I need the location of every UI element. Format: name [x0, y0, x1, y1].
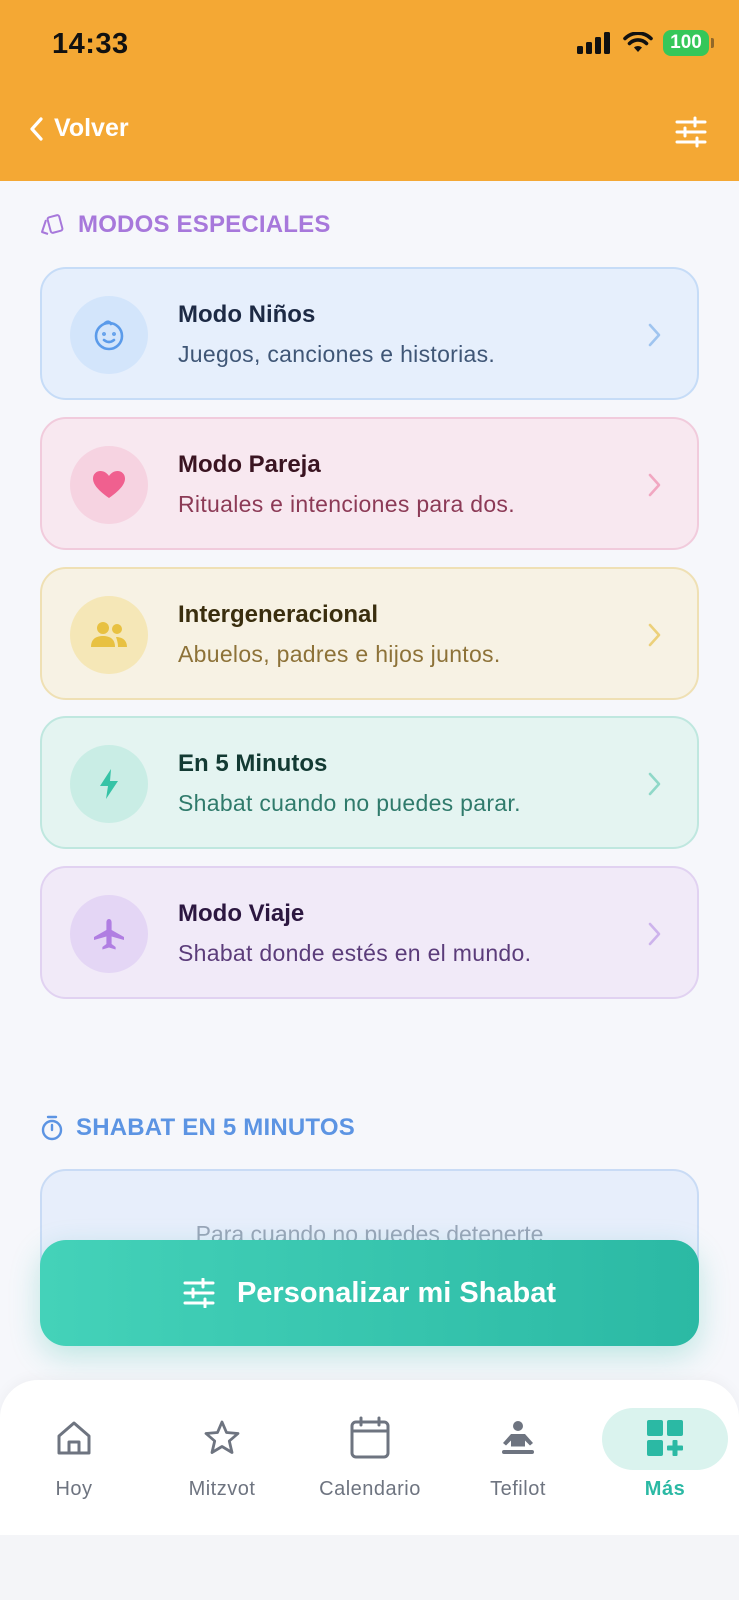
- chevron-right-icon: [648, 623, 661, 647]
- mode-title: Modo Viaje: [178, 900, 305, 927]
- mode-subtitle: Juegos, canciones e historias.: [178, 341, 496, 367]
- tab-calendario[interactable]: Calendario: [296, 1380, 444, 1535]
- cta-label: Personalizar mi Shabat: [236, 1276, 557, 1309]
- tab-label: Más: [644, 1478, 686, 1500]
- mode-card-travel[interactable]: Modo Viaje Shabat donde estés en el mund…: [40, 866, 699, 999]
- tab-mitzvot[interactable]: Mitzvot: [148, 1380, 296, 1535]
- back-label: Volver: [54, 114, 129, 142]
- stopwatch-icon: [41, 1115, 63, 1141]
- mode-icon-bg: [70, 446, 148, 524]
- section-title: MODOS ESPECIALES: [78, 211, 331, 238]
- mode-card-intergenerational[interactable]: Intergeneracional Abuelos, padres e hijo…: [40, 567, 699, 700]
- calendar-icon: [350, 1416, 390, 1459]
- mode-card-kids[interactable]: Modo Niños Juegos, canciones e historias…: [40, 267, 699, 400]
- mode-subtitle: Abuelos, padres e hijos juntos.: [178, 641, 501, 667]
- mode-subtitle: Shabat donde estés en el mundo.: [178, 940, 532, 966]
- mode-title: En 5 Minutos: [178, 750, 328, 777]
- signal-icon: [577, 32, 610, 54]
- sliders-icon: [183, 1278, 215, 1308]
- chevron-right-icon: [648, 922, 661, 946]
- mode-title: Modo Niños: [178, 301, 316, 328]
- filter-settings-icon[interactable]: [675, 116, 707, 148]
- star-icon: [204, 1420, 240, 1454]
- tab-tefilot[interactable]: Tefilot: [444, 1380, 592, 1535]
- battery-icon: 100: [663, 30, 714, 56]
- mode-subtitle: Shabat cuando no puedes parar.: [178, 790, 521, 816]
- people-icon: [91, 622, 127, 647]
- personalize-shabat-button[interactable]: Personalizar mi Shabat: [40, 1240, 699, 1346]
- heart-icon: [93, 471, 125, 498]
- section-heading-special-modes: MODOS ESPECIALES: [40, 211, 331, 239]
- baby-face-icon: [94, 320, 124, 351]
- prayer-person-icon: [502, 1421, 534, 1454]
- wifi-icon: [623, 32, 653, 52]
- mode-title: Modo Pareja: [178, 451, 321, 478]
- tab-mas[interactable]: Más: [591, 1380, 739, 1535]
- mode-icon-bg: [70, 895, 148, 973]
- section-title: SHABAT EN 5 MINUTOS: [76, 1114, 355, 1141]
- tab-label: Calendario: [319, 1478, 421, 1500]
- chevron-left-icon: [30, 116, 43, 141]
- mode-subtitle: Rituales e intenciones para dos.: [178, 491, 515, 517]
- app-header: 14:33 100 Volver: [0, 0, 739, 181]
- tab-label: Tefilot: [490, 1478, 546, 1500]
- section-heading-five-minutes: SHABAT EN 5 MINUTOS: [40, 1114, 355, 1142]
- mode-card-couple[interactable]: Modo Pareja Rituales e intenciones para …: [40, 417, 699, 550]
- grid-plus-icon: [647, 1420, 683, 1456]
- bottom-tab-bar: Hoy Mitzvot Calendario Tefilot Más: [0, 1380, 739, 1535]
- airplane-icon: [94, 919, 124, 950]
- home-icon: [57, 1421, 91, 1455]
- mode-icon-bg: [70, 745, 148, 823]
- status-time: 14:33: [52, 28, 129, 60]
- status-icons: 100: [577, 30, 714, 56]
- mode-title: Intergeneracional: [178, 601, 379, 628]
- mode-card-five-minutes[interactable]: En 5 Minutos Shabat cuando no puedes par…: [40, 716, 699, 849]
- mode-icon-bg: [70, 596, 148, 674]
- home-indicator-area: [0, 1535, 739, 1600]
- mode-icon-bg: [70, 296, 148, 374]
- back-button[interactable]: Volver: [28, 114, 129, 143]
- chevron-right-icon: [648, 772, 661, 796]
- chevron-right-icon: [648, 323, 661, 347]
- tab-label: Hoy: [55, 1478, 93, 1500]
- chevron-right-icon: [648, 473, 661, 497]
- tab-label: Mitzvot: [188, 1478, 256, 1500]
- lightning-icon: [100, 769, 118, 799]
- cards-icon: [41, 214, 64, 235]
- tab-hoy[interactable]: Hoy: [0, 1380, 148, 1535]
